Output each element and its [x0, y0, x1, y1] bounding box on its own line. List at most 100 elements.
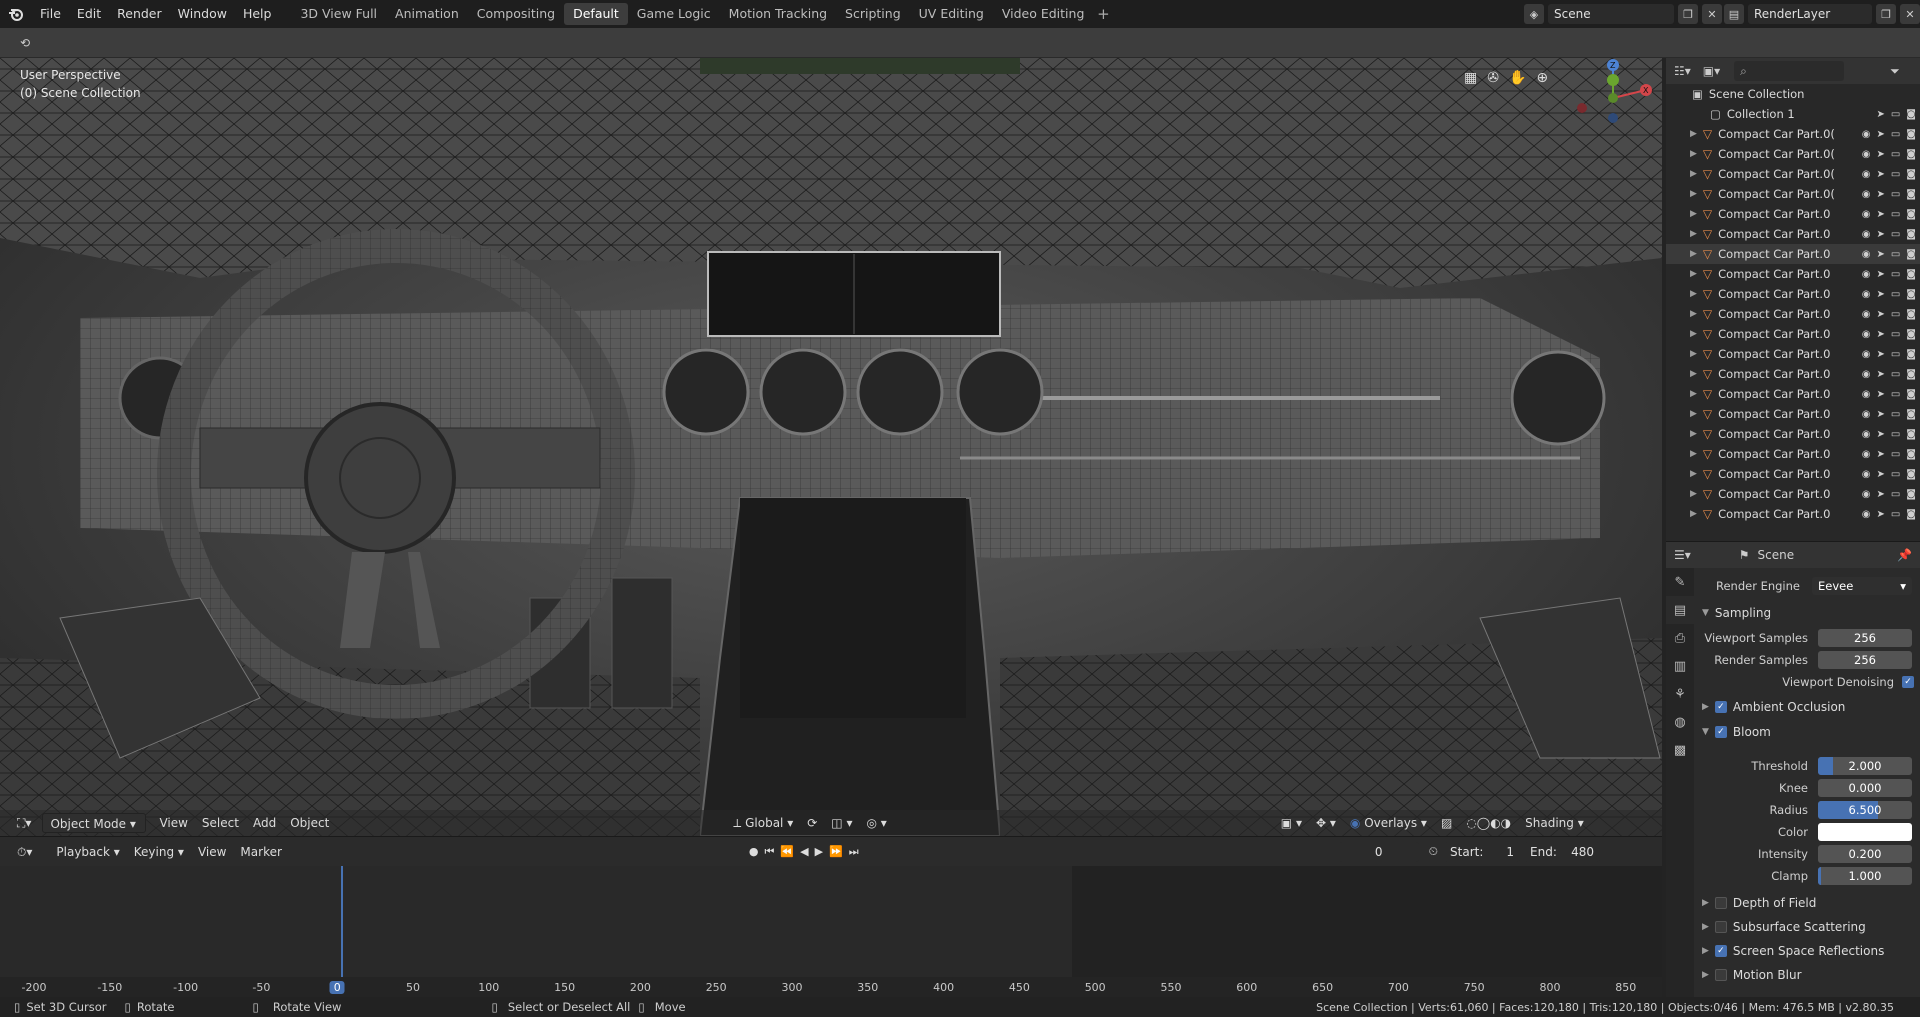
monitor-icon[interactable]: ▭ [1891, 349, 1900, 360]
select-arrow-icon[interactable]: ➤ [1876, 449, 1884, 460]
select-arrow-icon[interactable]: ➤ [1876, 129, 1884, 140]
bloom-color-swatch[interactable] [1818, 823, 1912, 841]
orientation-dropdown[interactable]: ⟂ Global ▾ [726, 813, 800, 833]
eye-icon[interactable]: ◉ [1862, 289, 1871, 300]
eye-icon[interactable]: ◉ [1862, 209, 1871, 220]
view-layer-tab-icon[interactable]: ▥ [1666, 652, 1694, 680]
tab-scripting[interactable]: Scripting [836, 3, 910, 25]
camera-icon[interactable]: ◙ [1906, 309, 1916, 320]
timeline-view-menu[interactable]: View [191, 842, 233, 862]
monitor-icon[interactable]: ▭ [1891, 109, 1900, 120]
tab-game-logic[interactable]: Game Logic [628, 3, 720, 25]
copy-layer-icon[interactable]: ❐ [1876, 4, 1896, 24]
pin-icon[interactable]: 📌 [1897, 548, 1912, 562]
camera-icon[interactable]: ◙ [1906, 489, 1916, 500]
view-object-types-icon[interactable]: ▣ ▾ [1274, 813, 1309, 833]
outliner-object-row[interactable]: ▶ ▽ Compact Car Part.0 ◉ ➤ ▭ ◙ [1666, 464, 1920, 484]
select-arrow-icon[interactable]: ➤ [1876, 229, 1884, 240]
monitor-icon[interactable]: ▭ [1891, 449, 1900, 460]
camera-icon[interactable]: ◙ [1906, 409, 1916, 420]
expand-arrow-icon[interactable]: ▶ [1690, 389, 1697, 399]
tab-default[interactable]: Default [564, 3, 628, 25]
select-arrow-icon[interactable]: ➤ [1876, 489, 1884, 500]
xray-icon[interactable]: ▨ [1434, 813, 1459, 833]
expand-arrow-icon[interactable]: ▶ [1690, 249, 1697, 259]
outliner-object-row[interactable]: ▶ ▽ Compact Car Part.0(◉ ➤ ▭ ◙ [1666, 184, 1920, 204]
eye-icon[interactable]: ◉ [1862, 129, 1871, 140]
select-arrow-icon[interactable]: ➤ [1876, 209, 1884, 220]
outliner-object-row[interactable]: ▶ ▽ Compact Car Part.0 ◉ ➤ ▭ ◙ [1666, 344, 1920, 364]
expand-arrow-icon[interactable]: ▶ [1690, 429, 1697, 439]
outliner-object-row[interactable]: ▶ ▽ Compact Car Part.0 ◉ ➤ ▭ ◙ [1666, 444, 1920, 464]
play-icon[interactable]: ▶ [815, 845, 823, 859]
menu-select[interactable]: Select [195, 813, 246, 833]
scene-name-field[interactable]: Scene [1548, 4, 1674, 24]
record-icon[interactable]: ● [749, 845, 759, 859]
current-frame-field[interactable]: 0 [1338, 841, 1419, 862]
select-arrow-icon[interactable]: ➤ [1876, 329, 1884, 340]
collection-row[interactable]: ▢ Collection 1 ➤ ▭ ◙ [1666, 104, 1920, 124]
shading-modes[interactable]: ◌◯◐◑ [1459, 813, 1518, 833]
intensity-slider[interactable]: 0.200 [1818, 845, 1912, 863]
menu-view[interactable]: View [152, 813, 194, 833]
outliner-object-row[interactable]: ▶ ▽ Compact Car Part.0 ◉ ➤ ▭ ◙ [1666, 404, 1920, 424]
collection-visibility-icons[interactable]: ➤ ▭ ◙ [1876, 109, 1916, 120]
clamp-slider[interactable]: 1.000 [1818, 867, 1912, 885]
motion-blur-checkbox[interactable] [1714, 969, 1727, 981]
expand-arrow-icon[interactable]: ▶ [1690, 289, 1697, 299]
ambient-occlusion-panel[interactable]: ▶ ✓ Ambient Occlusion [1702, 700, 1845, 714]
render-engine-dropdown[interactable]: Eevee ▾ [1812, 577, 1912, 595]
expand-arrow-icon[interactable]: ▶ [1690, 329, 1697, 339]
outliner-object-row[interactable]: ▶ ▽ Compact Car Part.0 ◉ ➤ ▭ ◙ [1666, 264, 1920, 284]
tab-motion-tracking[interactable]: Motion Tracking [720, 3, 836, 25]
pivot-icon[interactable]: ⟳ [800, 813, 824, 833]
scene-collection-row[interactable]: ▣ Scene Collection [1666, 84, 1920, 104]
keying-menu[interactable]: Keying ▾ [127, 842, 191, 862]
camera-icon[interactable]: ◙ [1906, 509, 1916, 520]
select-arrow-icon[interactable]: ➤ [1876, 109, 1884, 120]
gizmo-toggle-icon[interactable]: ✥ ▾ [1309, 813, 1343, 833]
eye-icon[interactable]: ◉ [1862, 509, 1871, 520]
menu-add[interactable]: Add [246, 813, 283, 833]
outliner-object-row[interactable]: ▶ ▽ Compact Car Part.0 ◉ ➤ ▭ ◙ [1666, 224, 1920, 244]
outliner-object-row[interactable]: ▶ ▽ Compact Car Part.0 ◉ ➤ ▭ ◙ [1666, 504, 1920, 524]
menu-object[interactable]: Object [283, 813, 336, 833]
render-tab-icon[interactable]: ▤ [1666, 596, 1694, 624]
jump-end-icon[interactable]: ⏭ [849, 845, 859, 859]
monitor-icon[interactable]: ▭ [1891, 329, 1900, 340]
outliner-object-row[interactable]: ▶ ▽ Compact Car Part.0 ◉ ➤ ▭ ◙ [1666, 424, 1920, 444]
menu-help[interactable]: Help [235, 0, 280, 28]
camera-icon[interactable]: ◙ [1906, 469, 1916, 480]
select-arrow-icon[interactable]: ➤ [1876, 469, 1884, 480]
camera-icon[interactable]: ◙ [1906, 129, 1916, 140]
select-arrow-icon[interactable]: ➤ [1876, 349, 1884, 360]
eye-icon[interactable]: ◉ [1862, 189, 1871, 200]
properties-type-icon[interactable]: ☰▾ [1674, 548, 1691, 562]
filter-icon[interactable]: ⏷ [1890, 64, 1900, 79]
monitor-icon[interactable]: ▭ [1891, 169, 1900, 180]
bloom-panel[interactable]: ▼ ✓ Bloom [1702, 725, 1771, 739]
monitor-icon[interactable]: ▭ [1891, 149, 1900, 160]
editor-type-icon[interactable]: ⛶▾ [10, 813, 38, 833]
frame-ruler[interactable]: -200 -150 -100 -50 0 50 100 150 200 250 300 350 400 4… [0, 977, 1662, 997]
expand-arrow-icon[interactable]: ▶ [1690, 489, 1697, 499]
camera-icon[interactable]: ◙ [1906, 289, 1916, 300]
expand-arrow-icon[interactable]: ▶ [1690, 349, 1697, 359]
copy-scene-icon[interactable]: ❐ [1678, 4, 1698, 24]
tab-compositing[interactable]: Compositing [468, 3, 564, 25]
monitor-icon[interactable]: ▭ [1891, 389, 1900, 400]
texture-tab-icon[interactable]: ▩ [1666, 736, 1694, 764]
start-frame-field[interactable]: Start: 1 [1444, 841, 1521, 862]
expand-arrow-icon[interactable]: ▶ [1690, 149, 1697, 159]
bloom-checkbox[interactable]: ✓ [1714, 726, 1727, 738]
camera-icon[interactable]: ◙ [1906, 189, 1916, 200]
select-arrow-icon[interactable]: ➤ [1876, 389, 1884, 400]
ssr-checkbox[interactable]: ✓ [1714, 945, 1727, 957]
overlays-button[interactable]: ◉ Overlays ▾ [1343, 813, 1434, 833]
subsurface-panel[interactable]: ▶ Subsurface Scattering [1702, 920, 1866, 934]
camera-icon[interactable]: ◙ [1906, 269, 1916, 280]
eye-icon[interactable]: ◉ [1862, 329, 1871, 340]
eye-icon[interactable]: ◉ [1862, 149, 1871, 160]
playback-menu[interactable]: Playback ▾ [49, 842, 126, 862]
monitor-icon[interactable]: ▭ [1891, 429, 1900, 440]
